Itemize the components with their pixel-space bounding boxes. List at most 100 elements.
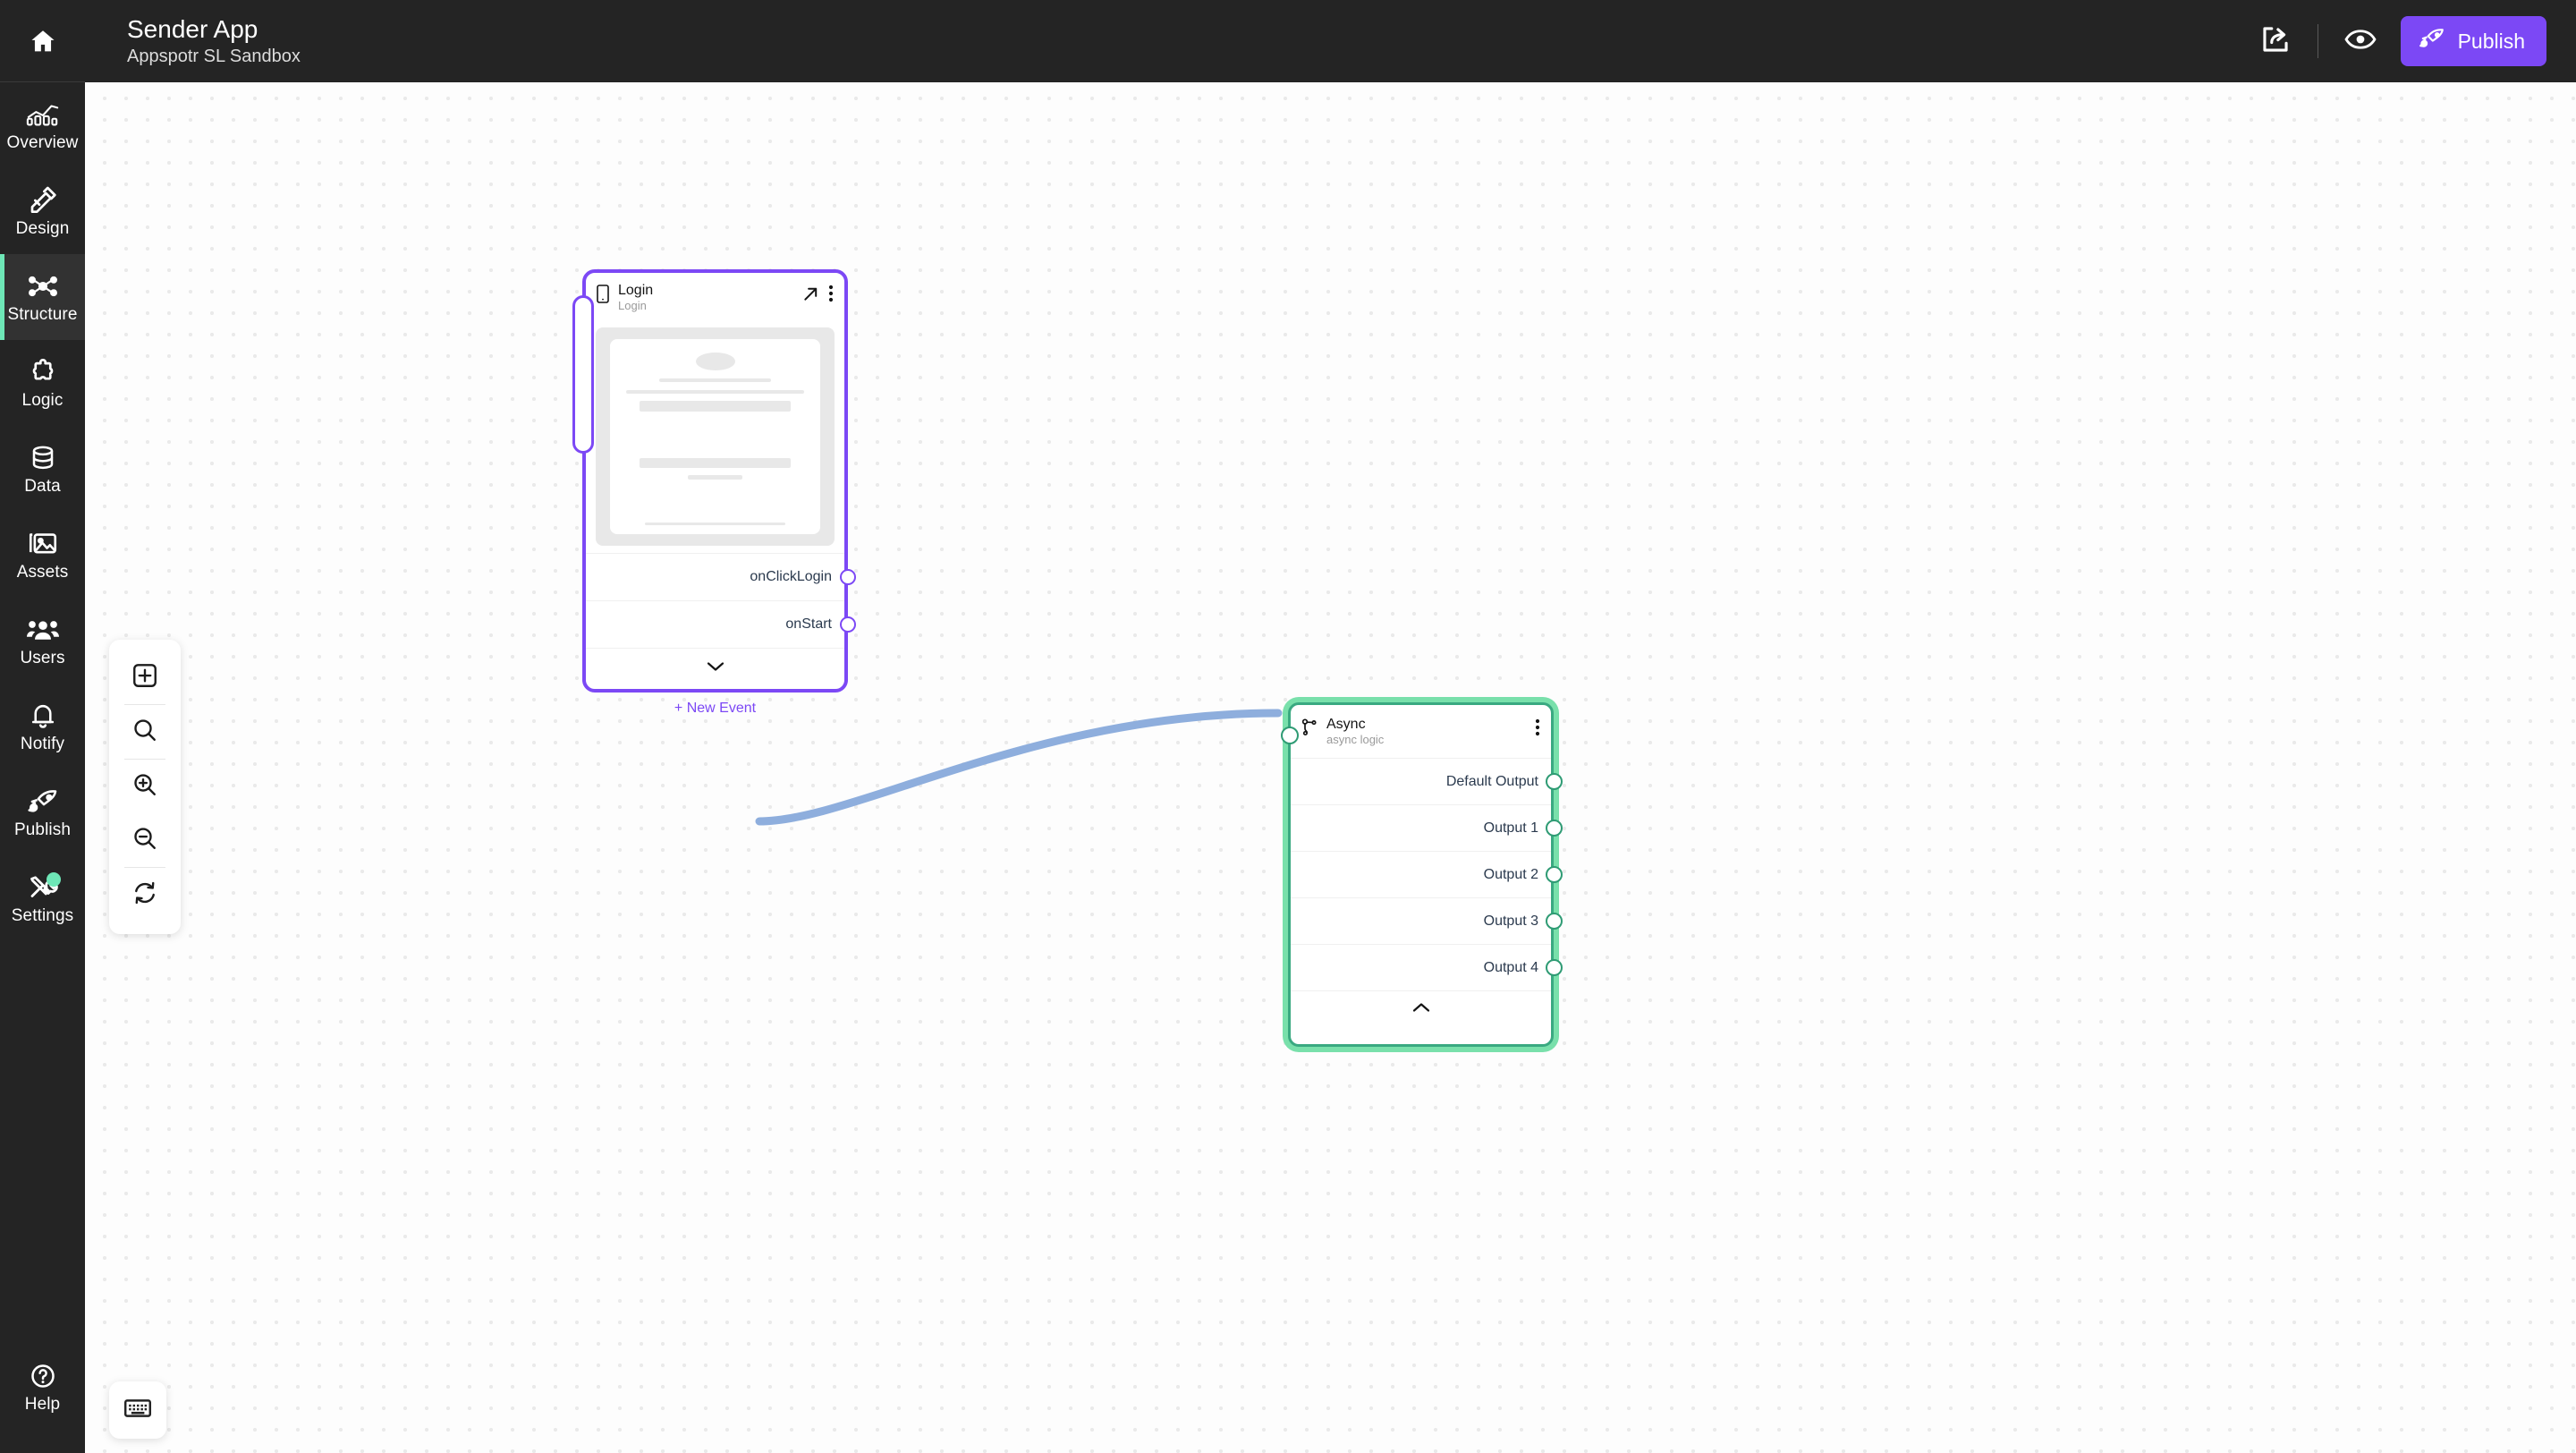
zoom-in-icon <box>131 771 158 803</box>
skeleton-line <box>688 475 742 480</box>
sidebar-item-label: Notify <box>20 735 65 753</box>
keyboard-icon <box>123 1397 152 1424</box>
node-title: Async <box>1326 717 1366 732</box>
node-async-header: Async async logic <box>1291 705 1551 758</box>
sidebar-item-label: Users <box>20 649 65 667</box>
output-port[interactable] <box>1545 820 1563 837</box>
output-port[interactable] <box>1545 913 1563 930</box>
reset-view-button[interactable] <box>109 868 181 922</box>
search-button[interactable] <box>109 705 181 759</box>
sidebar-item-label: Settings <box>11 906 74 925</box>
sidebar-item-assets[interactable]: Assets <box>0 512 85 598</box>
publish-button[interactable]: Publish <box>2400 16 2546 66</box>
sidebar-item-notify[interactable]: Notify <box>0 684 85 769</box>
sidebar-item-label: Assets <box>16 563 69 582</box>
node-login-events: onClickLogin onStart + New Event <box>586 553 856 730</box>
chart-icon <box>24 99 62 130</box>
output-label: Output 3 <box>1483 913 1538 929</box>
eye-icon <box>2343 26 2377 57</box>
event-output-port[interactable] <box>840 569 856 586</box>
add-node-button[interactable] <box>109 650 181 704</box>
rocket-icon <box>2419 28 2445 55</box>
database-icon <box>24 443 62 473</box>
node-subtitle: async logic <box>1326 733 1385 747</box>
branch-icon <box>1301 717 1318 741</box>
chevron-up-icon <box>1412 1001 1430 1017</box>
sidebar-item-label: Publish <box>13 820 72 839</box>
sidebar-item-label: Design <box>15 219 70 238</box>
event-label: onClickLogin <box>750 569 832 585</box>
keyboard-shortcuts-button[interactable] <box>109 1381 166 1439</box>
output-row[interactable]: Default Output <box>1291 758 1563 804</box>
node-login-collapse-button[interactable] <box>586 648 844 687</box>
output-row[interactable]: Output 2 <box>1291 851 1563 897</box>
output-label: Default Output <box>1445 773 1538 789</box>
open-external-icon[interactable] <box>802 285 819 302</box>
output-row[interactable]: Output 3 <box>1291 897 1563 944</box>
sidebar-item-label: Help <box>24 1395 61 1414</box>
sidebar-item-data[interactable]: Data <box>0 426 85 512</box>
node-title: Login <box>618 283 654 298</box>
app-identity: Sender App Appspotr SL Sandbox <box>127 15 301 66</box>
canvas-toolbar <box>109 640 181 934</box>
settings-status-badge <box>46 872 61 887</box>
more-vertical-icon[interactable] <box>828 285 834 302</box>
flow-canvas[interactable]: Login Login onClickLogin onStart + New E… <box>85 82 2576 1453</box>
bell-icon <box>24 701 62 731</box>
sidebar-item-settings[interactable]: Settings <box>0 855 85 941</box>
tools-icon <box>24 872 62 903</box>
skeleton-avatar <box>695 353 735 370</box>
node-login-title-block: Login Login <box>618 283 793 313</box>
page-title: Sender App <box>127 15 258 44</box>
primary-sidebar: Overview Design Structure Logic Data Ass… <box>0 0 85 1453</box>
output-port[interactable] <box>1545 773 1563 791</box>
zoom-out-icon <box>131 825 158 856</box>
event-label: onStart <box>785 616 832 633</box>
output-row[interactable]: Output 1 <box>1291 804 1563 851</box>
event-row[interactable]: onStart <box>586 600 856 648</box>
preview-button[interactable] <box>2333 13 2388 69</box>
sidebar-nav-list: Overview Design Structure Logic Data Ass… <box>0 82 85 941</box>
screen-mock <box>610 339 820 535</box>
sidebar-item-publish[interactable]: Publish <box>0 769 85 855</box>
question-circle-icon <box>24 1361 62 1391</box>
node-login-screen[interactable]: Login Login onClickLogin onStart + New E… <box>572 269 856 716</box>
event-output-port[interactable] <box>840 616 856 633</box>
sidebar-item-users[interactable]: Users <box>0 598 85 684</box>
sidebar-item-structure[interactable]: Structure <box>0 254 85 340</box>
skeleton-line <box>626 390 804 395</box>
zoom-in-button[interactable] <box>109 760 181 813</box>
node-login-screen-preview <box>596 327 835 547</box>
sidebar-item-label: Overview <box>6 133 79 152</box>
add-new-event-button[interactable]: + New Event <box>586 687 844 730</box>
output-label: Output 1 <box>1483 820 1538 836</box>
node-async-title-block: Async async logic <box>1326 717 1526 747</box>
zoom-out-button[interactable] <box>109 813 181 867</box>
output-row[interactable]: Output 4 <box>1291 944 1563 990</box>
app-root: Overview Design Structure Logic Data Ass… <box>0 0 2576 1453</box>
event-row[interactable]: onClickLogin <box>586 553 856 600</box>
top-bar-actions: Publish <box>2248 13 2576 69</box>
workspace-subtitle: Appspotr SL Sandbox <box>127 46 301 66</box>
sidebar-item-logic[interactable]: Logic <box>0 340 85 426</box>
output-port[interactable] <box>1545 866 1563 884</box>
node-login-actions <box>802 283 834 302</box>
sidebar-item-help[interactable]: Help <box>0 1344 85 1430</box>
sidebar-item-home[interactable] <box>0 0 85 82</box>
output-port[interactable] <box>1545 959 1563 977</box>
sidebar-item-design[interactable]: Design <box>0 168 85 254</box>
share-button[interactable] <box>2248 13 2303 69</box>
node-async-collapse-button[interactable] <box>1291 990 1551 1044</box>
node-async-input-port[interactable] <box>1281 726 1299 744</box>
users-icon <box>24 615 62 645</box>
more-vertical-icon[interactable] <box>1535 718 1540 736</box>
node-async-logic[interactable]: Async async logic Default Output Output … <box>1281 702 1563 1047</box>
pencil-ruler-icon <box>24 185 62 216</box>
skeleton-line <box>659 378 771 383</box>
search-icon <box>131 717 158 748</box>
mobile-screen-icon <box>597 283 609 308</box>
rocket-icon <box>24 786 62 817</box>
sidebar-item-overview[interactable]: Overview <box>0 82 85 168</box>
node-login-input-port[interactable] <box>572 295 594 454</box>
